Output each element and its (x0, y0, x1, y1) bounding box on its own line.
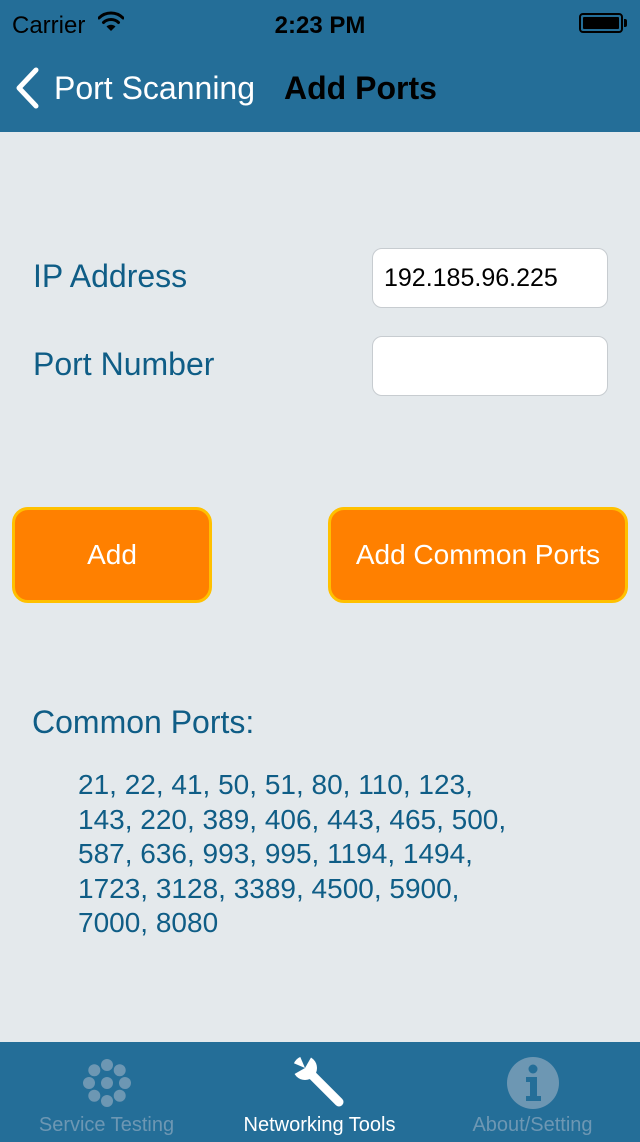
back-button[interactable]: Port Scanning (14, 66, 255, 110)
page-title: Add Ports (284, 70, 437, 106)
back-button-label: Port Scanning (54, 69, 256, 106)
tab-networking-tools[interactable]: Networking Tools (213, 1042, 426, 1142)
ports-line: 587, 636, 993, 995, 1194, 1494, (78, 838, 473, 869)
tab-bar: Service Testing Networking Tools About/S… (0, 1042, 640, 1142)
ip-address-field-box (372, 248, 608, 308)
port-number-field[interactable] (373, 337, 607, 395)
status-bar: Carrier 2:23 PM (0, 0, 640, 50)
ports-line: 21, 22, 41, 50, 51, 80, 110, 123, (78, 769, 473, 800)
clock: 2:23 PM (274, 12, 366, 39)
tab-label: Service Testing (38, 1114, 175, 1136)
tab-label: About/Setting (472, 1114, 593, 1136)
tab-service-testing[interactable]: Service Testing (0, 1042, 213, 1142)
ip-address-field[interactable] (373, 249, 607, 307)
wrench-icon (290, 1054, 343, 1107)
top-bar: Carrier 2:23 PM Port Scanning Add Ports (0, 0, 640, 132)
common-ports-heading: Common Ports: (32, 704, 255, 740)
add-button[interactable]: Add (12, 507, 212, 603)
battery-tip (624, 19, 627, 27)
tab-label: Networking Tools (243, 1114, 396, 1136)
navigation-bar: Port Scanning Add Ports (0, 50, 640, 132)
port-number-label: Port Number (33, 346, 215, 382)
add-common-ports-button[interactable]: Add Common Ports (328, 507, 628, 603)
ports-line: 1723, 3128, 3389, 4500, 5900, (78, 872, 460, 904)
info-icon (506, 1057, 559, 1109)
chevron-left-icon (16, 67, 39, 109)
battery-icon (579, 13, 623, 33)
port-number-field-box (372, 336, 608, 396)
ip-address-label: IP Address (33, 258, 188, 294)
gear-icon (82, 1059, 131, 1107)
ports-line: 7000, 8080 (78, 907, 219, 938)
ports-line: 143, 220, 389, 406, 443, 465, 500, (78, 803, 507, 835)
common-ports-list: 21, 22, 41, 50, 51, 80, 110, 123, 143, 2… (78, 768, 578, 941)
tab-about-setting[interactable]: About/Setting (426, 1042, 639, 1142)
